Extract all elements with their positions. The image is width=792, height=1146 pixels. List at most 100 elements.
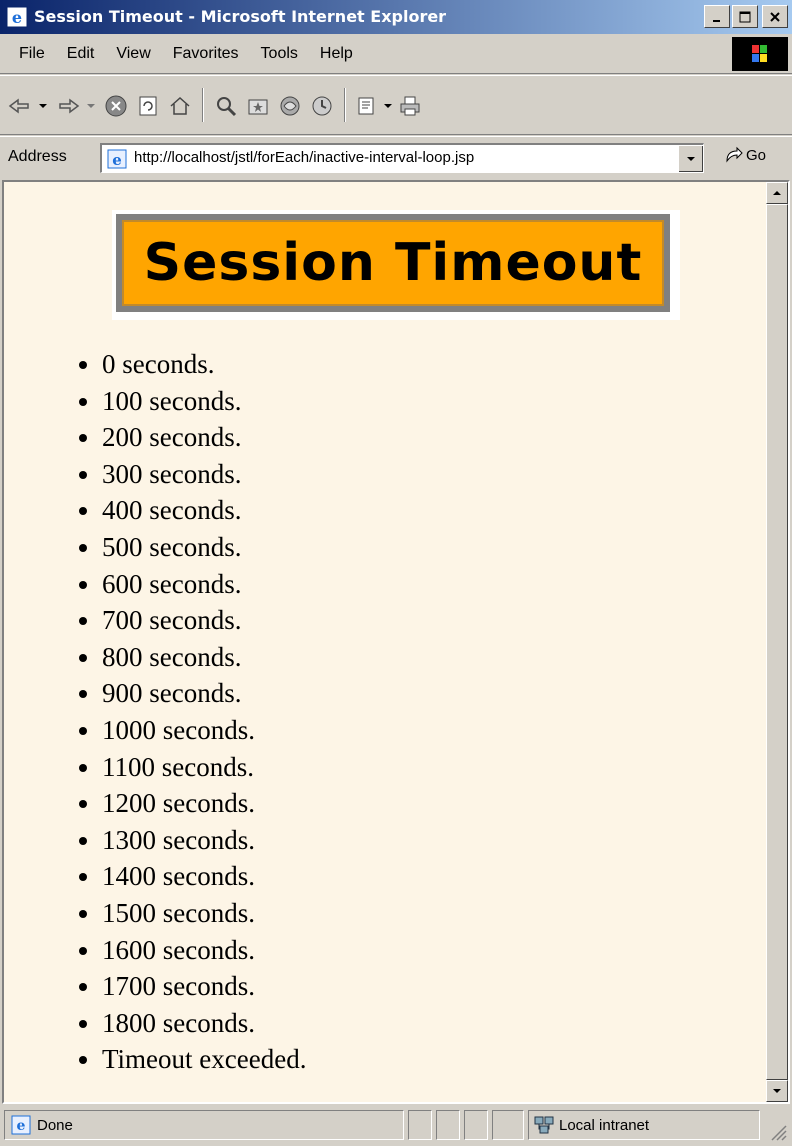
toolbar	[0, 75, 792, 135]
menu-edit[interactable]: Edit	[56, 43, 106, 65]
back-icon	[8, 98, 29, 114]
go-label: Go	[746, 146, 767, 164]
browser-window: e Session Timeout - Microsoft Internet E…	[0, 0, 792, 1146]
scroll-thumb[interactable]	[766, 204, 788, 1080]
menu-tools[interactable]: Tools	[250, 43, 309, 65]
history-icon	[312, 96, 332, 116]
list-item: 1500 seconds.	[102, 895, 306, 932]
list-item: 1400 seconds.	[102, 858, 306, 895]
list-item: 1200 seconds.	[102, 785, 306, 822]
close-icon	[770, 11, 780, 22]
scroll-up-button[interactable]	[766, 182, 788, 204]
list-item: 600 seconds.	[102, 566, 306, 603]
toolbar-separator	[344, 88, 346, 122]
windows-logo-icon	[732, 37, 788, 71]
banner-shadow: Session Timeout	[116, 214, 670, 312]
close-button[interactable]	[762, 5, 788, 28]
list-item: 500 seconds.	[102, 529, 306, 566]
page-viewport: Session Timeout 0 seconds. 100 seconds. …	[2, 180, 790, 1104]
timeout-list: 0 seconds. 100 seconds. 200 seconds. 300…	[62, 346, 306, 1078]
local-intranet-icon	[534, 1116, 554, 1134]
address-url: http://localhost/jstl/forEach/inactive-i…	[134, 149, 475, 166]
chevron-down-icon	[773, 1089, 781, 1093]
go-arrow-icon	[726, 146, 743, 163]
list-item: 100 seconds.	[102, 383, 306, 420]
address-label: Address	[8, 148, 67, 165]
zone-panel: Local intranet	[528, 1110, 760, 1140]
stop-icon	[105, 95, 127, 117]
zone-text: Local intranet	[559, 1117, 650, 1134]
forward-dropdown[interactable]	[84, 94, 98, 118]
list-item: 700 seconds.	[102, 602, 306, 639]
mail-dropdown[interactable]	[382, 94, 394, 118]
status-panel: e Done	[4, 1110, 404, 1140]
chevron-down-icon	[384, 103, 392, 108]
svg-text:e: e	[12, 8, 22, 27]
history-button[interactable]	[310, 94, 334, 118]
search-button[interactable]	[214, 94, 238, 118]
list-item: 200 seconds.	[102, 419, 306, 456]
list-item: Timeout exceeded.	[102, 1041, 306, 1078]
back-dropdown[interactable]	[36, 94, 50, 118]
menu-help[interactable]: Help	[309, 43, 364, 65]
window-title: Session Timeout - Microsoft Internet Exp…	[34, 7, 447, 26]
maximize-button[interactable]	[732, 5, 758, 28]
ie-page-icon: e	[11, 1115, 31, 1135]
stop-button[interactable]	[104, 94, 128, 118]
refresh-icon	[139, 96, 157, 116]
page-content: Session Timeout 0 seconds. 100 seconds. …	[4, 182, 766, 1102]
menu-file[interactable]: File	[8, 43, 56, 65]
list-item: 300 seconds.	[102, 456, 306, 493]
chevron-up-icon	[773, 191, 781, 195]
favorites-icon	[248, 99, 268, 115]
banner-title-box: Session Timeout	[122, 220, 664, 306]
list-item: 800 seconds.	[102, 639, 306, 676]
status-panel-empty	[492, 1110, 524, 1140]
status-panel-empty	[464, 1110, 488, 1140]
address-dropdown-button[interactable]	[678, 145, 703, 172]
print-button[interactable]	[398, 94, 422, 118]
print-icon	[400, 96, 420, 116]
list-item: 1800 seconds.	[102, 1005, 306, 1042]
menu-favorites[interactable]: Favorites	[162, 43, 250, 65]
address-bar: Address e http://localhost/jstl/forEach/…	[0, 136, 792, 178]
status-panel-empty	[408, 1110, 432, 1140]
ie-page-icon: e	[107, 149, 127, 169]
resize-grip-icon[interactable]	[768, 1122, 788, 1142]
search-icon	[217, 97, 237, 117]
home-button[interactable]	[168, 94, 192, 118]
scroll-down-button[interactable]	[766, 1080, 788, 1102]
go-button[interactable]: Go	[724, 146, 766, 164]
vertical-scrollbar[interactable]	[766, 182, 788, 1102]
status-text: Done	[37, 1117, 73, 1134]
chevron-down-icon	[39, 104, 47, 108]
list-item: 0 seconds.	[102, 346, 306, 383]
list-item: 1600 seconds.	[102, 932, 306, 969]
status-bar: e Done Local intranet	[0, 1104, 792, 1146]
toolbar-separator	[202, 88, 204, 122]
media-button[interactable]	[278, 94, 302, 118]
media-icon	[280, 96, 300, 116]
chevron-down-icon	[687, 157, 695, 161]
svg-text:e: e	[112, 151, 122, 169]
list-item: 1100 seconds.	[102, 749, 306, 786]
address-field[interactable]: e http://localhost/jstl/forEach/inactive…	[100, 143, 704, 173]
list-item: 1000 seconds.	[102, 712, 306, 749]
maximize-icon	[739, 11, 751, 22]
home-icon	[170, 96, 190, 115]
list-item: 900 seconds.	[102, 675, 306, 712]
back-button[interactable]	[8, 94, 32, 118]
menu-bar: File Edit View Favorites Tools Help	[0, 34, 792, 74]
list-item: 1700 seconds.	[102, 968, 306, 1005]
status-panel-empty	[436, 1110, 460, 1140]
favorites-button[interactable]	[246, 94, 270, 118]
list-item: 1300 seconds.	[102, 822, 306, 859]
minimize-button[interactable]	[704, 5, 730, 28]
forward-icon	[59, 98, 80, 114]
mail-button[interactable]	[356, 94, 380, 118]
chevron-down-icon	[87, 104, 95, 108]
title-bar: e Session Timeout - Microsoft Internet E…	[0, 0, 792, 34]
menu-view[interactable]: View	[105, 43, 161, 65]
refresh-button[interactable]	[136, 94, 160, 118]
forward-button[interactable]	[56, 94, 80, 118]
